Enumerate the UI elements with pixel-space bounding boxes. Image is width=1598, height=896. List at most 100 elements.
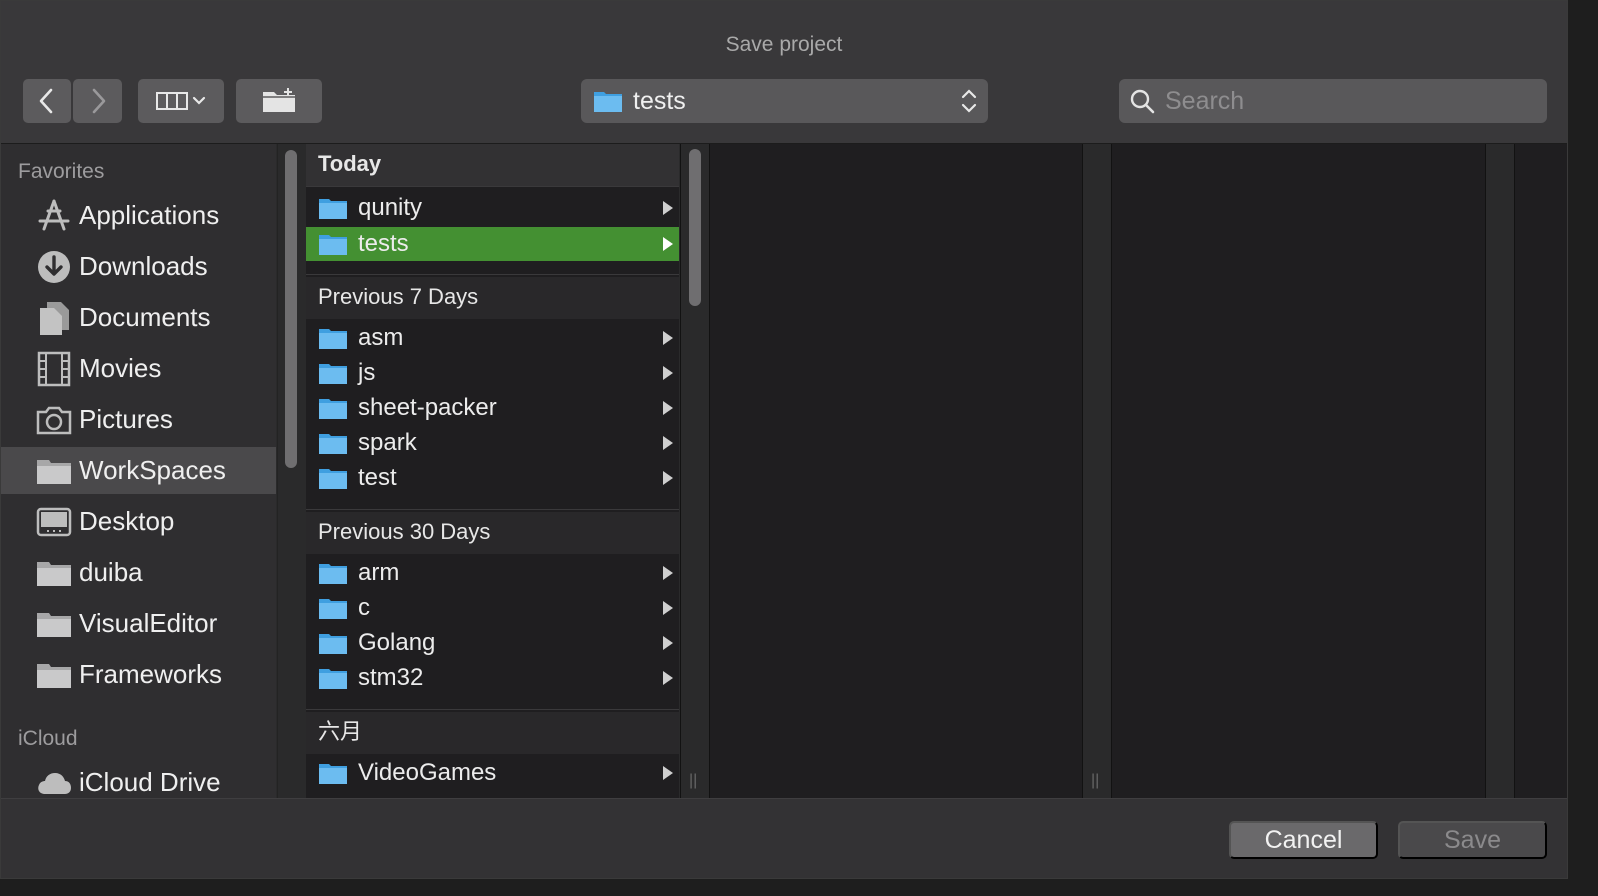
group-divider bbox=[306, 709, 679, 710]
folder-name: VideoGames bbox=[358, 759, 497, 786]
cancel-button[interactable]: Cancel bbox=[1229, 821, 1378, 859]
folder-icon bbox=[319, 599, 347, 619]
movies-icon bbox=[35, 351, 73, 387]
window-title: Save project bbox=[725, 33, 843, 56]
sidebar-item-visualeditor[interactable]: VisualEditor bbox=[1, 600, 276, 647]
sidebar-item-label: WorkSpaces bbox=[79, 455, 226, 485]
folder-row-videogames[interactable]: VideoGames bbox=[306, 756, 679, 790]
sidebar-item-label: VisualEditor bbox=[79, 608, 218, 638]
camera-icon bbox=[35, 402, 73, 438]
column-1-scroll-thumb[interactable] bbox=[689, 149, 701, 306]
folder-icon bbox=[319, 564, 347, 584]
disclosure-arrow-icon bbox=[663, 566, 673, 580]
folder-name: spark bbox=[358, 429, 417, 456]
sidebar-item-label: Movies bbox=[79, 353, 162, 383]
disclosure-arrow-icon bbox=[663, 471, 673, 485]
disclosure-arrow-icon bbox=[663, 331, 673, 345]
sidebar-item-label: Frameworks bbox=[79, 659, 223, 689]
folder-icon bbox=[35, 453, 73, 489]
folder-name: tests bbox=[358, 230, 409, 257]
disclosure-arrow-icon bbox=[663, 201, 673, 215]
browser-column-2 bbox=[710, 144, 1082, 798]
folder-row-golang[interactable]: Golang bbox=[306, 626, 679, 660]
group-divider bbox=[306, 186, 679, 187]
toolbar: Save project tests bbox=[1, 1, 1567, 144]
columns-view-icon bbox=[156, 92, 188, 110]
back-button[interactable] bbox=[23, 79, 71, 123]
sidebar-item-movies[interactable]: Movies bbox=[1, 345, 276, 392]
sidebar-item-desktop[interactable]: Desktop bbox=[1, 498, 276, 545]
browser-column-4 bbox=[1515, 144, 1567, 798]
sidebar-item-duiba[interactable]: duiba bbox=[1, 549, 276, 596]
folder-row-asm[interactable]: asm bbox=[306, 321, 679, 355]
search-field[interactable] bbox=[1119, 79, 1547, 123]
applications-icon bbox=[35, 198, 73, 234]
browser-column-3 bbox=[1112, 144, 1485, 798]
chevron-right-icon bbox=[92, 88, 105, 114]
folder-name: js bbox=[358, 359, 376, 386]
sidebar-scrollbar[interactable] bbox=[277, 144, 306, 798]
folder-icon bbox=[35, 555, 73, 591]
new-folder-button[interactable] bbox=[236, 79, 322, 123]
folder-row-stm32[interactable]: stm32 bbox=[306, 661, 679, 695]
sidebar: Favorites Applications Downloads Documen… bbox=[1, 144, 276, 798]
sidebar-item-label: Applications bbox=[79, 200, 220, 230]
path-popup[interactable]: tests bbox=[581, 79, 988, 123]
folder-row-sheet-packer[interactable]: sheet-packer bbox=[306, 391, 679, 425]
sidebar-item-label: duiba bbox=[79, 557, 143, 587]
folder-row-test[interactable]: test bbox=[306, 461, 679, 495]
sidebar-section-icloud: iCloud bbox=[18, 727, 78, 750]
sidebar-item-applications[interactable]: Applications bbox=[1, 192, 276, 239]
folder-row-c[interactable]: c bbox=[306, 591, 679, 625]
disclosure-arrow-icon bbox=[663, 671, 673, 685]
sidebar-scroll-thumb[interactable] bbox=[285, 150, 297, 468]
folder-icon bbox=[594, 92, 622, 112]
downloads-icon bbox=[35, 249, 73, 285]
save-button[interactable]: Save bbox=[1398, 821, 1547, 859]
view-mode-button[interactable] bbox=[138, 79, 224, 123]
folder-name: sheet-packer bbox=[358, 394, 497, 421]
column-2-separator[interactable]: || bbox=[1082, 144, 1112, 798]
folder-icon bbox=[319, 235, 347, 255]
disclosure-arrow-icon bbox=[663, 601, 673, 615]
column-resize-handle[interactable]: || bbox=[1091, 772, 1099, 790]
sidebar-item-documents[interactable]: Documents bbox=[1, 294, 276, 341]
column-1-scrollbar[interactable]: || bbox=[680, 144, 710, 798]
folder-row-arm[interactable]: arm bbox=[306, 556, 679, 590]
column-3-separator[interactable] bbox=[1485, 144, 1515, 798]
group-divider bbox=[306, 274, 679, 275]
folder-icon bbox=[319, 669, 347, 689]
path-popup-label: tests bbox=[633, 86, 686, 115]
folder-icon bbox=[319, 764, 347, 784]
new-folder-icon bbox=[263, 88, 295, 112]
disclosure-arrow-icon bbox=[663, 401, 673, 415]
folder-row-qunity[interactable]: qunity bbox=[306, 191, 679, 225]
folder-name: test bbox=[358, 464, 397, 491]
sidebar-item-label: Pictures bbox=[79, 404, 173, 434]
sidebar-item-icloud-drive[interactable]: iCloud Drive bbox=[1, 759, 276, 798]
disclosure-arrow-icon bbox=[663, 237, 673, 251]
search-input[interactable] bbox=[1163, 85, 1527, 117]
column-resize-handle[interactable]: || bbox=[689, 772, 697, 790]
folder-row-js[interactable]: js bbox=[306, 356, 679, 390]
sidebar-section-favorites: Favorites bbox=[18, 160, 105, 183]
sidebar-item-label: Desktop bbox=[79, 506, 175, 536]
browser-column-1: Today qunity tests Previous 7 Days asm j… bbox=[306, 144, 679, 798]
sidebar-item-pictures[interactable]: Pictures bbox=[1, 396, 276, 443]
sidebar-item-frameworks[interactable]: Frameworks bbox=[1, 651, 276, 698]
folder-row-tests[interactable]: tests bbox=[306, 227, 679, 261]
folder-icon bbox=[319, 469, 347, 489]
sidebar-item-workspaces[interactable]: WorkSpaces bbox=[1, 447, 276, 494]
folder-name: c bbox=[358, 594, 370, 621]
folder-name: Golang bbox=[358, 629, 436, 656]
folder-icon bbox=[319, 329, 347, 349]
folder-icon bbox=[319, 634, 347, 654]
forward-button[interactable] bbox=[73, 79, 122, 123]
folder-icon bbox=[319, 434, 347, 454]
disclosure-arrow-icon bbox=[663, 366, 673, 380]
folder-name: arm bbox=[358, 559, 400, 586]
folder-row-spark[interactable]: spark bbox=[306, 426, 679, 460]
chevron-left-icon bbox=[39, 88, 53, 114]
bottom-bar: Cancel Save bbox=[1, 798, 1567, 878]
sidebar-item-downloads[interactable]: Downloads bbox=[1, 243, 276, 290]
